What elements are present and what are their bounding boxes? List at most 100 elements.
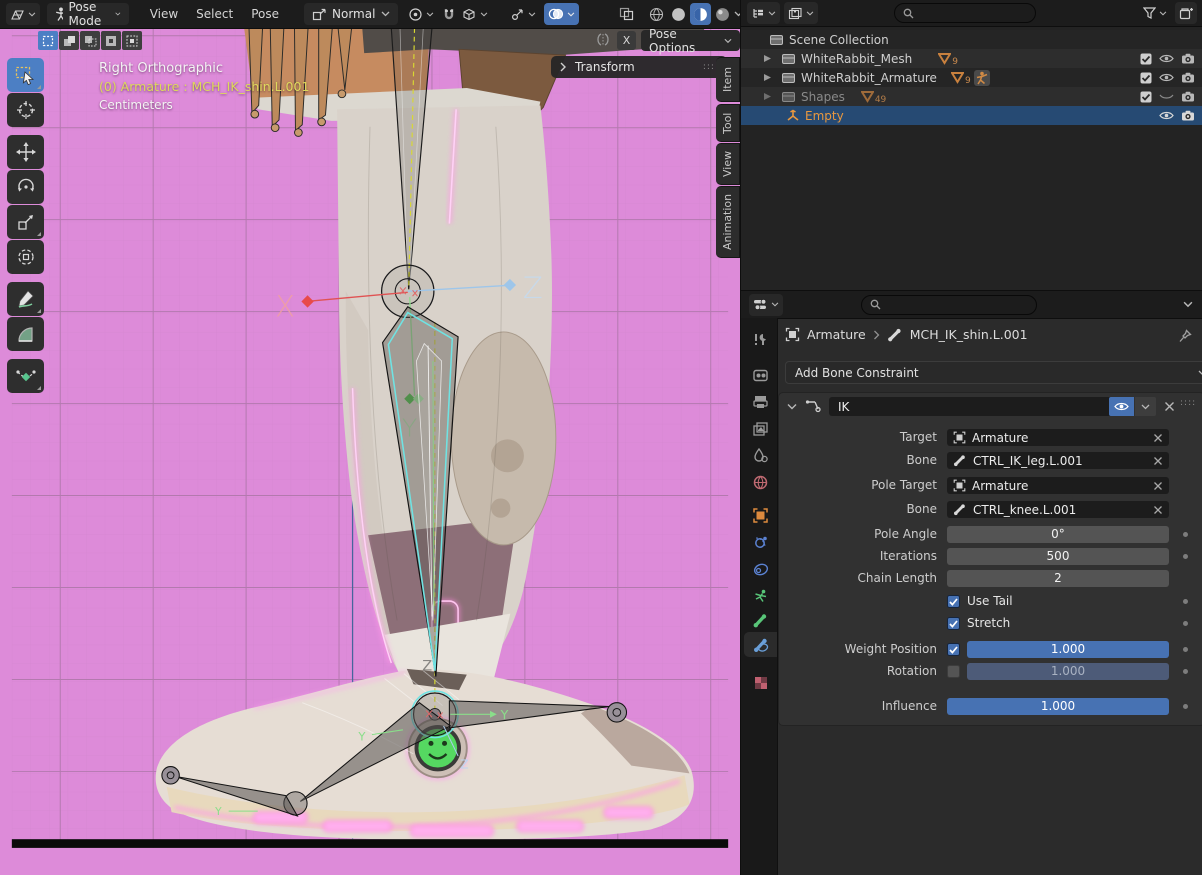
tool-cursor[interactable] [7, 93, 44, 127]
shading-rendered-button[interactable] [712, 3, 733, 25]
pivot-point-button[interactable] [404, 3, 438, 25]
constraint-name-field[interactable]: IK [829, 397, 1125, 416]
outliner-editor-type-button[interactable] [747, 2, 780, 24]
tab-tool[interactable] [744, 327, 777, 352]
decorator-dot[interactable] [1183, 621, 1188, 626]
rotation-slider[interactable]: 1.000 [967, 663, 1169, 680]
tool-scale[interactable] [7, 205, 44, 239]
menu-pose[interactable]: Pose [242, 7, 288, 21]
camera-icon[interactable] [1181, 53, 1195, 64]
decorator-dot[interactable] [1183, 554, 1188, 559]
chevron-down-icon[interactable] [1183, 301, 1193, 308]
breadcrumb-bone[interactable]: MCH_IK_shin.L.001 [910, 327, 1028, 342]
show-gizmo-button[interactable] [506, 3, 540, 25]
sidebar-tab-tool[interactable]: Tool [716, 104, 740, 142]
new-collection-button[interactable] [1175, 2, 1197, 24]
mode-selector[interactable]: Pose Mode [47, 3, 129, 25]
tool-transform[interactable] [7, 240, 44, 274]
menu-view[interactable]: View [141, 7, 187, 21]
pin-icon[interactable] [1178, 329, 1192, 343]
checkbox-checked-icon[interactable] [1140, 91, 1152, 103]
tab-object[interactable] [744, 503, 777, 528]
stretch-checkbox[interactable] [947, 617, 960, 630]
select-mode-extend[interactable] [59, 31, 79, 50]
outliner-row-scene-collection[interactable]: Scene Collection [741, 30, 1202, 49]
outliner-row-whiterabbit-mesh[interactable]: WhiteRabbit_Mesh 9 [741, 49, 1202, 68]
mirror-x-toggle[interactable]: X [617, 31, 636, 50]
tab-bone-constraint[interactable] [744, 632, 777, 657]
decorator-dot[interactable] [1183, 647, 1188, 652]
decorator-dot[interactable] [1183, 704, 1188, 709]
sidebar-tab-animation[interactable]: Animation [716, 186, 740, 258]
iterations-input[interactable]: 500 [947, 548, 1169, 565]
clear-icon[interactable] [1153, 433, 1163, 443]
properties-editor-type-button[interactable] [749, 294, 783, 316]
pose-options-dropdown[interactable]: Pose Options [641, 30, 740, 51]
tab-output[interactable] [744, 389, 777, 414]
decorator-dot[interactable] [1183, 599, 1188, 604]
tab-texture[interactable] [744, 670, 777, 695]
tab-scene[interactable] [744, 443, 777, 468]
show-overlays-toggle[interactable] [544, 3, 579, 25]
eye-icon[interactable] [1159, 110, 1174, 121]
shading-solid-button[interactable] [668, 3, 689, 25]
outliner-row-whiterabbit-armature[interactable]: WhiteRabbit_Armature 9 [741, 68, 1202, 87]
eye-closed-icon[interactable] [1159, 91, 1174, 102]
rotation-checkbox[interactable] [947, 665, 960, 678]
menu-select[interactable]: Select [187, 7, 242, 21]
outliner-row-empty[interactable]: Empty [741, 106, 1202, 125]
eye-icon[interactable] [1159, 53, 1174, 64]
camera-icon[interactable] [1181, 72, 1195, 83]
breadcrumb-object[interactable]: Armature [807, 327, 866, 342]
influence-slider[interactable]: 1.000 [947, 698, 1169, 715]
tool-measure[interactable] [7, 317, 44, 351]
tab-render[interactable] [744, 362, 777, 387]
tab-object-data-armature[interactable] [744, 584, 777, 609]
editor-type-button[interactable] [6, 3, 40, 25]
transform-orientation-dropdown[interactable]: Normal [304, 3, 398, 25]
clear-icon[interactable] [1153, 481, 1163, 491]
camera-icon[interactable] [1181, 110, 1195, 121]
properties-search-input[interactable] [861, 295, 1037, 315]
add-bone-constraint-dropdown[interactable]: Add Bone Constraint [785, 361, 1202, 384]
sidebar-tab-item[interactable]: Item [716, 57, 740, 102]
viewport-3d[interactable]: X Z Y [0, 28, 740, 875]
tab-object-constraints[interactable] [744, 557, 777, 582]
tool-select-box[interactable] [7, 58, 44, 92]
toggle-xray-button[interactable] [615, 3, 638, 25]
disclosure-triangle-icon[interactable] [763, 92, 772, 101]
snap-settings-button[interactable] [458, 3, 492, 25]
shading-material-button[interactable] [690, 3, 711, 25]
constraint-delete-button[interactable] [1160, 397, 1178, 416]
outliner-display-mode-button[interactable] [784, 2, 818, 24]
tab-world[interactable] [744, 470, 777, 495]
tool-pose-breakdowner[interactable] [7, 359, 44, 393]
outliner-filter-button[interactable] [1139, 2, 1171, 24]
weight-position-slider[interactable]: 1.000 [967, 641, 1169, 658]
pole-angle-input[interactable]: 0° [947, 526, 1169, 543]
sidebar-tab-view[interactable]: View [716, 143, 740, 185]
tab-bone[interactable] [744, 608, 777, 633]
clear-icon[interactable] [1153, 456, 1163, 466]
shading-wireframe-button[interactable] [646, 3, 667, 25]
checkbox-checked-icon[interactable] [1140, 53, 1152, 65]
disclosure-triangle-icon[interactable] [763, 73, 772, 82]
tool-rotate[interactable] [7, 170, 44, 204]
chain-length-input[interactable]: 2 [947, 570, 1169, 587]
tab-physics[interactable] [744, 530, 777, 555]
outliner-row-shapes[interactable]: Shapes 49 [741, 87, 1202, 106]
panel-drag-handle[interactable]: :::: [1180, 398, 1196, 408]
eye-icon[interactable] [1159, 72, 1174, 83]
tab-view-layer[interactable] [744, 416, 777, 441]
weight-position-checkbox[interactable] [947, 643, 960, 656]
pole-target-field[interactable]: Armature [947, 477, 1169, 494]
outliner-search-input[interactable] [894, 3, 1036, 23]
select-mode-invert[interactable] [101, 31, 121, 50]
bone-field[interactable]: CTRL_IK_leg.L.001 [947, 452, 1169, 469]
snap-toggle-button[interactable] [440, 3, 458, 25]
target-field[interactable]: Armature [947, 429, 1169, 446]
select-mode-subtract[interactable] [80, 31, 100, 50]
collapse-chevron-icon[interactable] [787, 403, 797, 410]
transform-panel-header[interactable]: Transform :::: [551, 56, 727, 78]
use-tail-checkbox[interactable] [947, 595, 960, 608]
